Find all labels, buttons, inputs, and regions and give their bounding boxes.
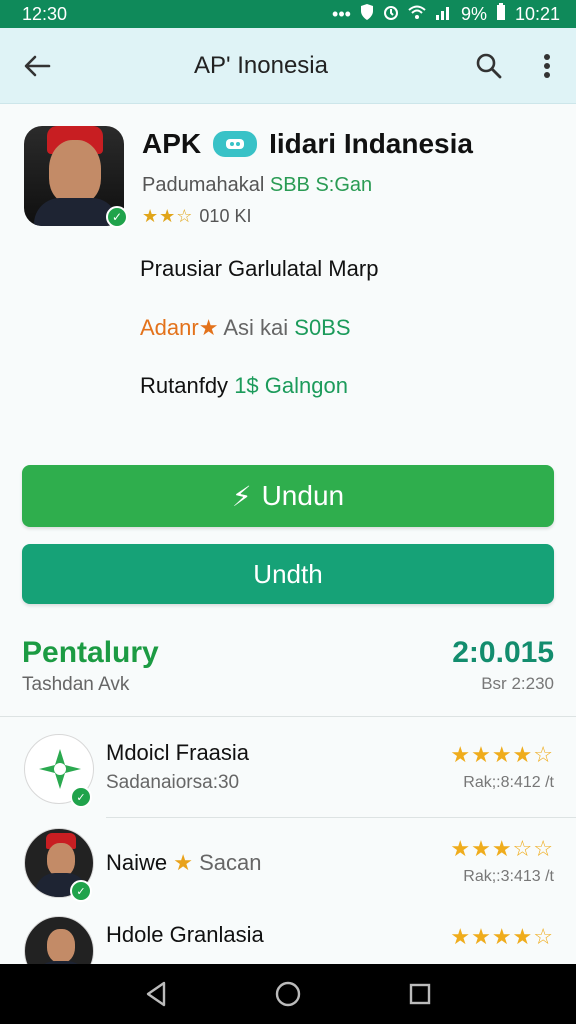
secondary-button-label: Undth [253, 558, 323, 589]
list-item[interactable]: ✓ Naiwe ★ Sacan ★★★☆☆ Rak;:3:413 /t [0, 828, 576, 928]
divider [106, 817, 576, 818]
info-value: S0BS [294, 315, 351, 340]
secondary-button[interactable]: Undth [22, 544, 554, 604]
system-nav-bar [0, 964, 576, 1024]
search-button[interactable] [460, 28, 518, 104]
alarm-icon [383, 3, 399, 26]
section-value: 2:0.015 [452, 636, 554, 669]
verified-check-icon: ✓ [70, 880, 92, 902]
list-item-stars: ★★★☆☆ [450, 836, 554, 861]
more-button[interactable] [518, 28, 576, 104]
search-icon [476, 53, 502, 78]
lightning-icon: ⚡ [231, 480, 252, 512]
rating-row: ★★☆ 010 KI [142, 206, 251, 227]
section-subtitle: Tashdan Avk [22, 674, 130, 695]
list-item[interactable]: ✓ Mdoicl Fraasia Sadanaiorsa:30 ★★★★☆ Ra… [0, 734, 576, 834]
status-time-left: 12:30 [22, 3, 68, 24]
developer-name[interactable]: Padumahakal [142, 174, 264, 196]
more-vert-icon [544, 53, 550, 78]
list-item-subtitle: Sacan [199, 850, 262, 875]
face-shape [47, 929, 75, 963]
info-line-1: Prausiar Garlulatal Marp [140, 256, 379, 281]
rating-count: 010 KI [199, 206, 252, 226]
list-item-title: Naiwe ★ Sacan [106, 850, 262, 876]
shield-icon [359, 3, 375, 26]
nav-recents-button[interactable] [400, 974, 440, 1014]
list-item-subtitle: Sadanaiorsa:30 [106, 772, 240, 793]
square-recents-icon [409, 983, 431, 1005]
battery-percent: 9% [460, 3, 487, 24]
app-bar: AP' Inonesia [0, 28, 576, 104]
app-header: ✓ APK Iidari Indanesia Padumahakal SBB S… [24, 126, 554, 228]
status-time-right: 10:21 [514, 3, 560, 24]
circle-home-icon [275, 981, 301, 1007]
rating-stars: ★★☆ [142, 206, 194, 226]
arrow-left-icon [24, 55, 51, 76]
verified-check-icon: ✓ [70, 786, 92, 808]
section-subtitle-right-b: 2:230 [511, 674, 554, 693]
section-subtitle-right: Bsr 2:230 [481, 674, 554, 694]
info-line-3-value: 1$ Galngon [234, 373, 348, 398]
suit-shape [34, 198, 118, 226]
app-price: SBB S:Gan [269, 174, 373, 196]
list-item-meta: Rak;:3:413 /t [463, 868, 554, 885]
nav-home-button[interactable] [268, 974, 308, 1014]
main-content: ✓ APK Iidari Indanesia Padumahakal SBB S… [0, 104, 576, 964]
robot-icon [213, 131, 258, 157]
page-title: AP' Inonesia [193, 51, 328, 79]
face-shape [49, 140, 101, 204]
info-line-3-label: Rutanfdy [140, 373, 229, 398]
verified-check-icon: ✓ [106, 206, 128, 228]
list-item-meta: Rak;:8:412 /t [463, 774, 554, 791]
nav-back-button[interactable] [136, 974, 176, 1014]
battery-icon [495, 2, 507, 26]
divider [0, 716, 576, 717]
list-item[interactable]: Hdole Granlasia ★★★★☆ [0, 916, 576, 964]
info-line-3: Rutanfdy 1$ Galngon [140, 373, 348, 399]
info-label: Asi kai [223, 315, 289, 340]
app-name-prefix: APK [142, 128, 202, 159]
back-button[interactable] [0, 28, 74, 104]
wifi-icon [407, 4, 427, 25]
section-title: Pentalury [22, 636, 159, 669]
triangle-back-icon [146, 981, 166, 1007]
app-name-row: APK Iidari Indanesia [142, 128, 473, 160]
list-item-title: Mdoicl Fraasia [106, 740, 250, 765]
app-name-suffix: Iidari Indanesia [269, 128, 473, 159]
list-item-title: Hdole Granlasia [106, 922, 264, 947]
face-shape [47, 843, 75, 877]
install-button-label: Undun [261, 480, 345, 511]
status-bar: 12:30 ••• 9% 10:21 [0, 0, 576, 28]
list-item-avatar [24, 916, 94, 964]
status-icons: ••• 9% 10:21 [332, 2, 560, 26]
developer-line: Padumahakal SBB S:Gan [142, 174, 372, 197]
section-subtitle-right-a: Bsr [481, 674, 507, 693]
star-icon: ★ [173, 850, 193, 875]
list-item-stars: ★★★★☆ [450, 742, 554, 767]
list-item-stars: ★★★★☆ [450, 924, 554, 949]
dots-icon: ••• [332, 3, 351, 24]
info-highlight: Adanr★ [140, 315, 219, 340]
signal-icon [435, 4, 453, 25]
info-line-2: Adanr★ Asi kai S0BS [140, 315, 351, 341]
list-item-title-text: Naiwe [106, 850, 168, 875]
install-button[interactable]: ⚡ Undun [22, 465, 554, 527]
